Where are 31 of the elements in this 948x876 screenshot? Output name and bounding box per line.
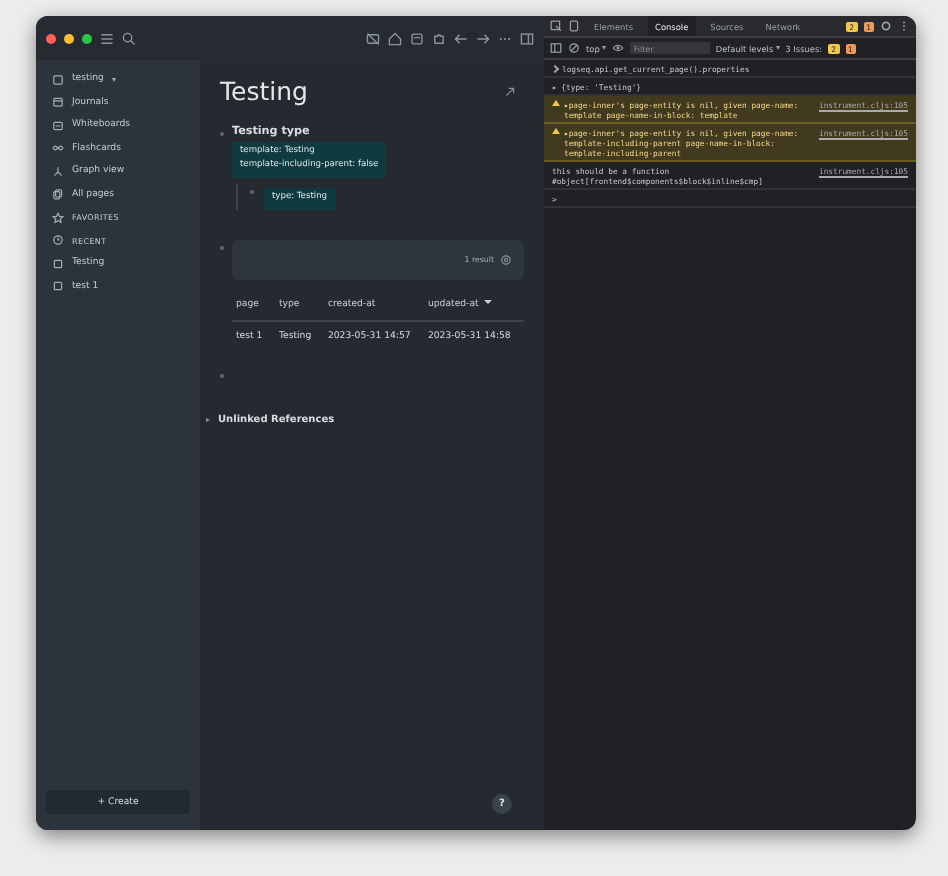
settings-icon[interactable]: [880, 20, 892, 32]
infinity-icon: [52, 142, 64, 155]
star-icon: [52, 211, 64, 224]
eye-icon[interactable]: [611, 42, 624, 54]
zoom-icon[interactable]: [82, 33, 92, 43]
calendar-icon: [52, 96, 64, 109]
warning-icon: [552, 100, 560, 106]
minimize-icon[interactable]: [64, 33, 74, 43]
clock-icon: [52, 234, 64, 247]
clear-icon[interactable]: [568, 42, 580, 54]
pages-icon: [52, 188, 64, 201]
search-icon[interactable]: [122, 31, 136, 45]
arrow-icon[interactable]: [504, 85, 516, 97]
whiteboard-icon: [52, 119, 64, 132]
device-icon[interactable]: [568, 20, 580, 32]
graph-icon: [52, 165, 64, 178]
back-icon[interactable]: [454, 31, 468, 45]
caret-icon[interactable]: [775, 46, 780, 50]
forward-icon[interactable]: [476, 31, 490, 45]
inspect-icon[interactable]: [550, 20, 562, 32]
page-title[interactable]: Testing: [220, 76, 308, 106]
sidebar-icon[interactable]: [550, 42, 562, 54]
settings-icon[interactable]: [500, 253, 512, 266]
warning-icon: [552, 128, 560, 134]
menu-icon[interactable]: [100, 31, 114, 45]
caret-icon[interactable]: [111, 77, 116, 82]
close-icon[interactable]: [46, 33, 56, 43]
home-icon[interactable]: [388, 31, 402, 45]
input-chevron-icon: [550, 64, 560, 74]
caret-icon[interactable]: [601, 46, 606, 50]
sidebar-toggle-icon[interactable]: [520, 31, 534, 45]
